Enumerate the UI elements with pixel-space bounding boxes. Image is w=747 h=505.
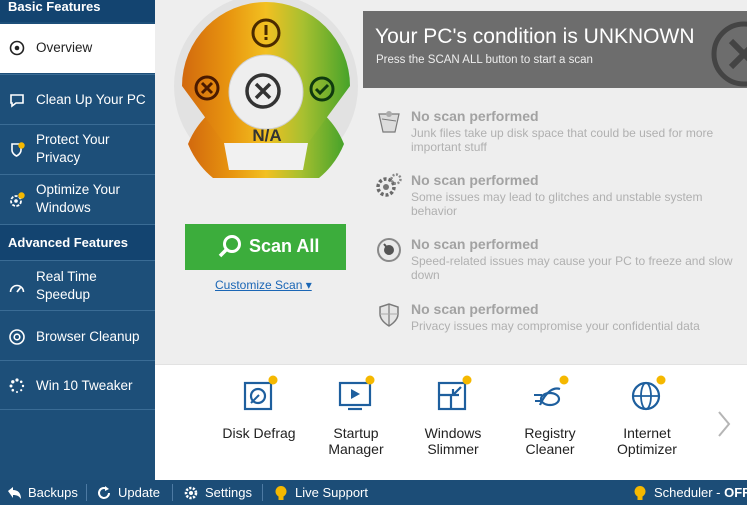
startup-manager-icon (338, 375, 375, 411)
sidebar-item-label: Clean Up Your PC (36, 92, 146, 107)
tool-label: Startup Manager (328, 425, 384, 457)
customize-scan-link[interactable]: Customize Scan ▾ (215, 278, 312, 292)
sidebar-item-protect-privacy[interactable]: Protect Your Privacy (0, 124, 155, 174)
tool-label: Internet Optimizer (617, 425, 677, 457)
divider (86, 484, 87, 501)
tool-label: Registry Cleaner (524, 425, 576, 457)
sidebar-item-label: Optimize Your Windows (36, 182, 121, 215)
sidebar-item-optimize-windows[interactable]: Optimize Your Windows (0, 174, 155, 224)
sidebar-item-real-time-speedup[interactable]: Real Time Speedup (0, 260, 155, 310)
divider (172, 484, 173, 501)
settings-button[interactable]: Settings (183, 480, 255, 505)
tool-disk-defrag[interactable]: Disk Defrag (213, 373, 305, 473)
scheduler-text: Scheduler (654, 485, 713, 500)
speedometer-icon (377, 238, 401, 262)
tool-internet-optimizer[interactable]: Internet Optimizer (601, 373, 693, 473)
status-desc: Some issues may lead to glitches and uns… (411, 190, 703, 218)
magnifier-icon (218, 235, 241, 258)
pc-condition-gauge (174, 0, 358, 178)
scan-all-label: Scan All (249, 236, 320, 256)
scheduler-state: OFF (724, 485, 747, 500)
tool-label: Disk Defrag (222, 425, 296, 441)
sidebar-item-label: Real Time Speedup (36, 269, 97, 302)
chevron-right-icon[interactable] (715, 409, 733, 439)
condition-subtitle: Press the SCAN ALL button to start a sca… (376, 54, 593, 66)
tool-registry-cleaner[interactable]: Registry Cleaner (504, 373, 596, 473)
divider (262, 484, 263, 501)
chat-bubble-icon (10, 94, 24, 108)
sidebar-item-browser-cleanup[interactable]: Browser Cleanup (0, 310, 155, 360)
sidebar-item-label: Browser Cleanup (36, 329, 140, 344)
app-window: Basic Features Overview Clean Up Your PC… (0, 0, 747, 505)
gauge-value: N/A (252, 126, 282, 145)
status-title: No scan performed (411, 108, 539, 124)
update-button[interactable]: Update (96, 480, 162, 505)
speedometer-icon (9, 284, 25, 293)
sidebar-item-label: Protect Your Privacy (36, 132, 110, 165)
status-title: No scan performed (411, 301, 539, 317)
internet-optimizer-icon (631, 375, 666, 411)
lightbulb-icon (275, 486, 287, 500)
gear-icon (184, 486, 198, 500)
status-desc: Junk files take up disk space that could… (411, 126, 714, 154)
advanced-features-header: Advanced Features (0, 224, 155, 260)
status-title: No scan performed (411, 172, 539, 188)
disk-defrag-icon (243, 375, 278, 411)
undo-arrow-icon (8, 487, 21, 499)
scheduler-toggle[interactable]: Scheduler - OFF (632, 480, 747, 505)
settings-label: Settings (205, 485, 252, 500)
chrome-icon (9, 329, 25, 345)
unknown-x-icon (711, 21, 747, 87)
sidebar-item-overview[interactable]: Overview (0, 24, 155, 73)
sidebar-item-label: Overview (36, 40, 93, 55)
registry-cleaner-icon (534, 375, 569, 407)
backups-label: Backups (28, 485, 78, 500)
condition-title: Your PC's condition is UNKNOWN (375, 25, 695, 48)
shield-icon (379, 303, 399, 327)
update-label: Update (118, 485, 160, 500)
refresh-icon (98, 486, 110, 499)
tool-startup-manager[interactable]: Startup Manager (310, 373, 402, 473)
gear-bulb-icon (10, 192, 25, 207)
bottom-bar: Backups Update Settings Live Support Sch… (0, 480, 747, 505)
windows-slimmer-icon (437, 375, 472, 411)
tools-strip: Disk Defrag Startup Manager Windows Slim… (155, 364, 747, 481)
target-icon (9, 40, 25, 56)
sidebar-item-clean-up[interactable]: Clean Up Your PC (0, 74, 155, 124)
status-banner: Your PC's condition is UNKNOWN Press the… (363, 11, 747, 88)
live-support-label: Live Support (295, 485, 368, 500)
live-support-button[interactable]: Live Support (273, 480, 373, 505)
status-desc: Privacy issues may compromise your confi… (411, 319, 700, 333)
main-panel: Your PC's condition is UNKNOWN Press the… (155, 0, 747, 481)
sidebar-item-win10-tweaker[interactable]: Win 10 Tweaker (0, 360, 155, 410)
shield-bulb-icon (11, 142, 25, 157)
tool-label: Windows Slimmer (424, 425, 482, 457)
status-desc: Speed-related issues may cause your PC t… (411, 254, 733, 282)
scan-all-button[interactable]: Scan All (185, 224, 346, 270)
spinner-icon (9, 378, 25, 393)
sidebar-item-label: Win 10 Tweaker (36, 378, 133, 393)
gears-icon (376, 173, 402, 197)
broom-icon (378, 111, 400, 133)
status-title: No scan performed (411, 236, 539, 252)
lightbulb-icon (634, 486, 646, 500)
backups-button[interactable]: Backups (6, 480, 78, 505)
scheduler-label: Scheduler - OFF (654, 480, 747, 505)
sidebar: Basic Features Overview Clean Up Your PC… (0, 0, 155, 480)
basic-features-header: Basic Features (0, 0, 155, 22)
tool-windows-slimmer[interactable]: Windows Slimmer (407, 373, 499, 473)
